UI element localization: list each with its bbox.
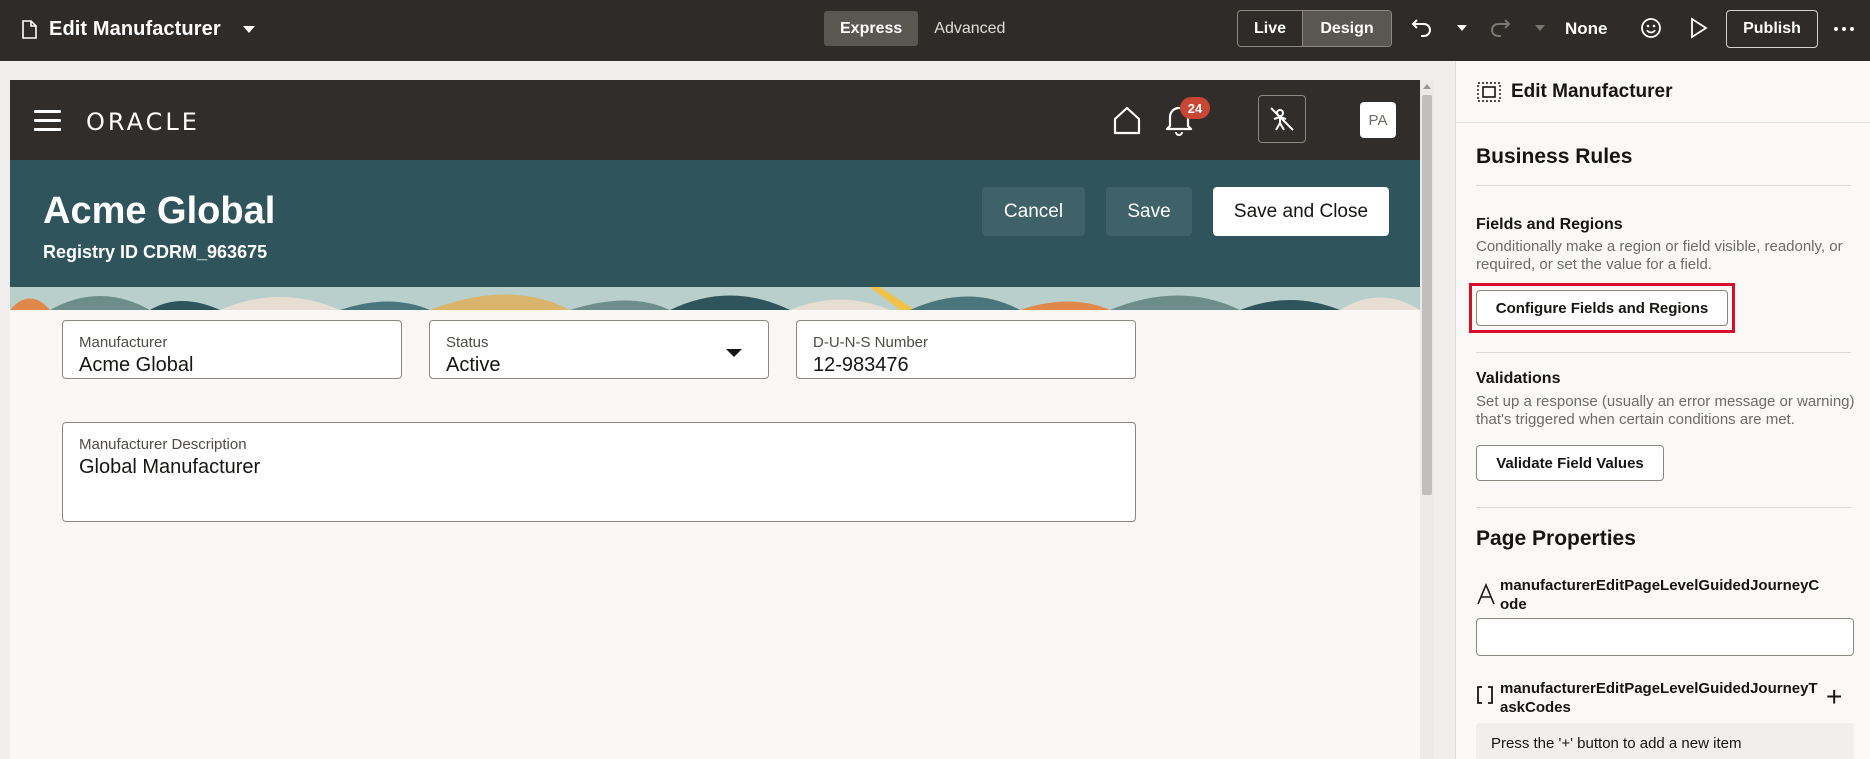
designer-toolbar: Edit Manufacturer Express Advanced Live … — [0, 0, 1870, 61]
express-mode-button[interactable]: Express — [824, 11, 919, 46]
publish-button[interactable]: Publish — [1726, 10, 1818, 48]
chevron-down-icon[interactable] — [726, 349, 742, 357]
property-name-guided-journey-task-codes: manufacturerEditPageLevelGuidedJourneyTa… — [1500, 680, 1818, 716]
record-subtitle: Registry ID CDRM_963675 — [43, 242, 268, 262]
manufacturer-description-field[interactable]: Manufacturer Description Global Manufact… — [62, 422, 1136, 522]
page-canvas: ORACLE 24 PA Acme Global Registry ID CDR… — [10, 80, 1420, 759]
save-button[interactable]: Save — [1106, 187, 1192, 236]
chevron-down-icon[interactable] — [242, 25, 255, 33]
validations-heading: Validations — [1476, 370, 1561, 387]
panel-header: Edit Manufacturer — [1456, 61, 1870, 123]
oracle-logo: ORACLE — [86, 108, 200, 136]
duns-number-field[interactable]: D-U-N-S Number 12-983476 — [796, 320, 1136, 379]
validations-description: Set up a response (usually an error mess… — [1476, 393, 1855, 428]
page-layout-icon — [1477, 82, 1501, 102]
document-icon — [22, 19, 37, 39]
view-toggle: Live Design — [1237, 10, 1392, 47]
decorative-banner — [10, 287, 1420, 310]
redo-history-caret-icon[interactable] — [1535, 25, 1545, 31]
guided-journey-code-input[interactable] — [1476, 618, 1854, 656]
configure-fields-regions-button[interactable]: Configure Fields and Regions — [1476, 290, 1728, 326]
app-header: ORACLE 24 PA — [10, 80, 1420, 160]
array-type-icon — [1476, 685, 1494, 711]
empty-array-hint-text: Press the '+' button to add a new item — [1491, 735, 1742, 752]
duns-number-value: 12-983476 — [813, 354, 909, 376]
validate-field-values-button[interactable]: Validate Field Values — [1476, 445, 1664, 481]
canvas-scrollbar[interactable] — [1420, 80, 1434, 759]
divider — [1476, 352, 1851, 353]
empty-array-hint: Press the '+' button to add a new item — [1476, 723, 1854, 759]
design-view-button[interactable]: Design — [1303, 11, 1391, 46]
undo-icon[interactable] — [1410, 16, 1434, 38]
manufacturer-description-label: Manufacturer Description — [79, 436, 247, 453]
fields-regions-description: Conditionally make a region or field vis… — [1476, 238, 1843, 273]
live-view-button[interactable]: Live — [1238, 11, 1303, 46]
home-icon[interactable] — [1112, 105, 1142, 135]
divider — [1476, 507, 1851, 508]
property-name-guided-journey-code: manufacturerEditPageLevelGuidedJourneyCo… — [1500, 577, 1820, 613]
manufacturer-field[interactable]: Manufacturer Acme Global — [62, 320, 402, 379]
page-properties-heading: Page Properties — [1476, 527, 1636, 550]
scroll-up-arrow-icon[interactable] — [1423, 84, 1431, 89]
manufacturer-description-value: Global Manufacturer — [79, 456, 261, 478]
accessibility-button[interactable] — [1258, 95, 1306, 143]
user-avatar[interactable]: PA — [1360, 102, 1396, 138]
sandbox-label[interactable]: None — [1565, 19, 1608, 39]
hamburger-menu-icon[interactable] — [34, 110, 61, 137]
business-rules-heading: Business Rules — [1476, 145, 1633, 168]
page-title: Edit Manufacturer — [49, 17, 221, 40]
status-value: Active — [446, 354, 501, 376]
fields-regions-heading: Fields and Regions — [1476, 216, 1623, 233]
status-select[interactable]: Status Active — [429, 320, 769, 379]
scroll-thumb[interactable] — [1422, 95, 1432, 495]
cancel-button[interactable]: Cancel — [982, 187, 1085, 236]
save-and-close-button[interactable]: Save and Close — [1213, 187, 1389, 236]
feedback-smiley-icon[interactable] — [1640, 17, 1662, 39]
manufacturer-value: Acme Global — [79, 354, 194, 376]
panel-title: Edit Manufacturer — [1511, 81, 1673, 102]
record-title: Acme Global — [43, 190, 276, 232]
duns-number-label: D-U-N-S Number — [813, 334, 929, 351]
page-selector[interactable]: Edit Manufacturer — [22, 14, 255, 44]
notification-count-badge: 24 — [1180, 97, 1210, 119]
divider — [1476, 185, 1851, 186]
status-label: Status — [446, 334, 489, 351]
mode-toggle: Express Advanced — [824, 11, 1021, 46]
text-type-icon — [1476, 582, 1496, 611]
undo-history-caret-icon[interactable] — [1457, 25, 1467, 31]
play-preview-icon[interactable] — [1690, 17, 1708, 39]
add-item-icon[interactable]: + — [1826, 683, 1842, 711]
advanced-mode-button[interactable]: Advanced — [918, 11, 1021, 46]
redo-icon[interactable] — [1488, 16, 1512, 38]
more-options-icon[interactable] — [1834, 27, 1854, 31]
accessibility-icon — [1270, 107, 1294, 131]
manufacturer-label: Manufacturer — [79, 334, 168, 351]
properties-panel: Edit Manufacturer Business Rules Fields … — [1455, 61, 1870, 759]
page-header: Acme Global Registry ID CDRM_963675 Canc… — [10, 160, 1420, 310]
